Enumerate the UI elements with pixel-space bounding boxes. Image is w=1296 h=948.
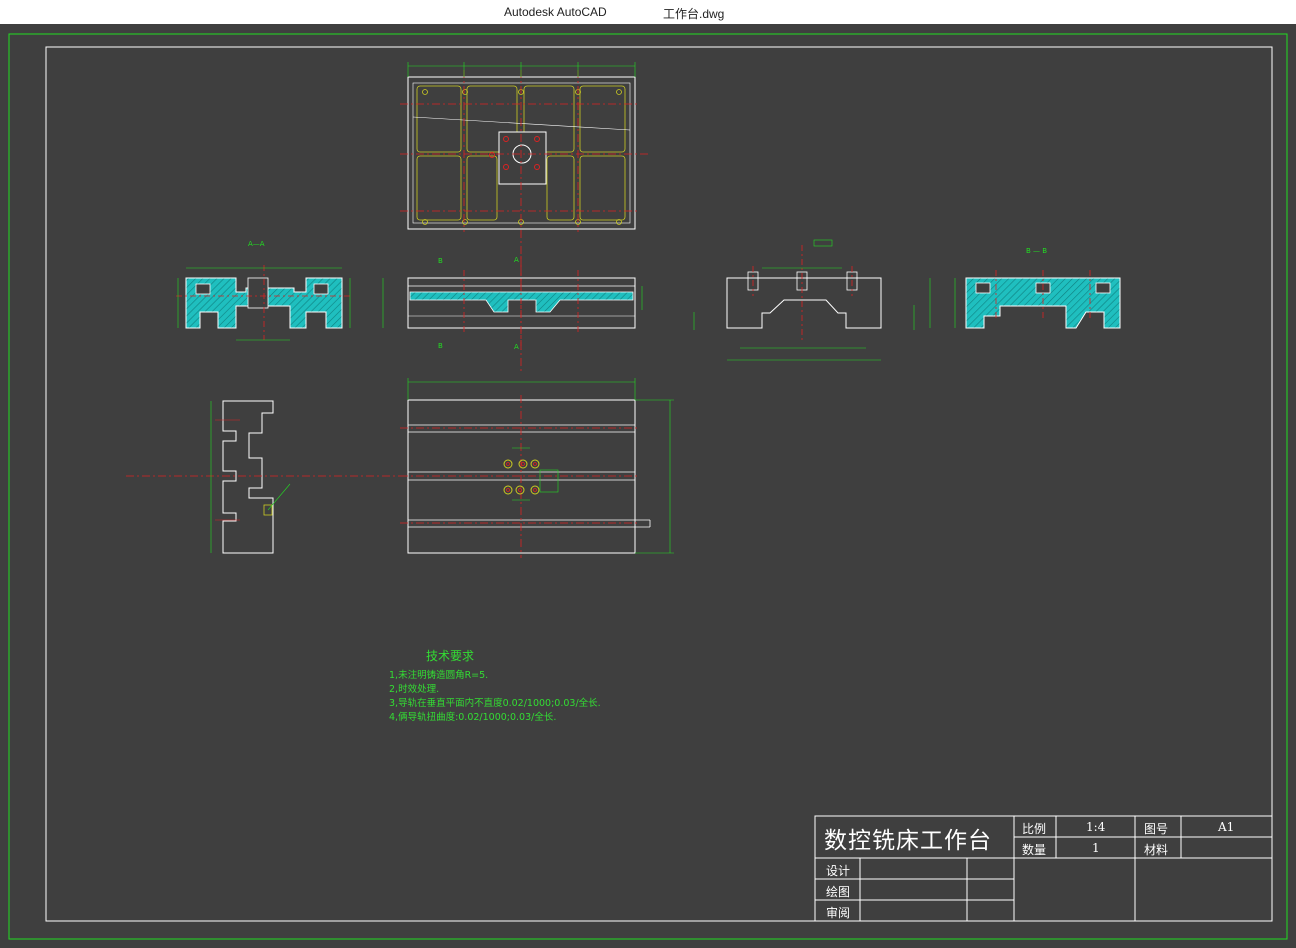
section-b-top: B [438,257,443,265]
section-a-top: A [514,256,519,264]
section-b-bottom: B [438,342,443,350]
section-aa-label: A—A [248,240,265,248]
scale-value: 1:4 [1086,820,1106,834]
material-label: 材料 [1144,843,1169,857]
drawing-no-value: A1 [1218,820,1235,834]
file-name: 工作台.dwg [663,7,725,21]
scale-label: 比例 [1022,822,1047,836]
quantity-value: 1 [1092,841,1100,855]
section-aa-view: A—A [176,240,352,341]
section-bb-label: B — B [1026,247,1047,255]
outer-frame [8,33,1288,940]
drawing-canvas[interactable]: A—A A A B B B — B 技术要求 1,未注明铸造圆角R=5. 2,时… [0,24,1296,948]
drawn-label: 绘图 [826,885,851,899]
quantity-label: 数量 [1022,843,1047,857]
left-profile-view [126,400,400,554]
tech-requirements: 技术要求 1,未注明铸造圆角R=5. 2,时效处理. 3,导轨在垂直平面内不直度… [389,649,601,725]
title-block-title: 数控铣床工作台 [824,828,992,854]
section-bb-view: B — B [954,247,1121,329]
tech-requirement-item: 3,导轨在垂直平面内不直度0.02/1000;0.03/全长. [389,698,601,709]
bottom-view [400,378,674,558]
design-label: 设计 [826,864,851,878]
tech-requirement-item: 1,未注明铸造圆角R=5. [389,670,489,681]
drawing-no-label: 图号 [1144,822,1169,836]
side-view [693,239,931,361]
front-section-view: A A B B [382,256,643,351]
tech-requirement-item: 4,俩导轨扭曲度:0.02/1000;0.03/全长. [389,712,557,723]
app-title: Autodesk AutoCAD [504,5,607,19]
review-label: 审阅 [826,906,851,920]
top-view [400,62,650,372]
drawing-svg[interactable]: A—A A A B B B — B [0,24,1296,948]
section-a-bottom: A [514,343,519,351]
tech-requirements-heading: 技术要求 [426,649,475,663]
window-title-bar: Autodesk AutoCAD 工作台.dwg [0,0,1296,24]
tech-requirement-item: 2,时效处理. [389,684,440,695]
inner-frame [45,46,1273,922]
